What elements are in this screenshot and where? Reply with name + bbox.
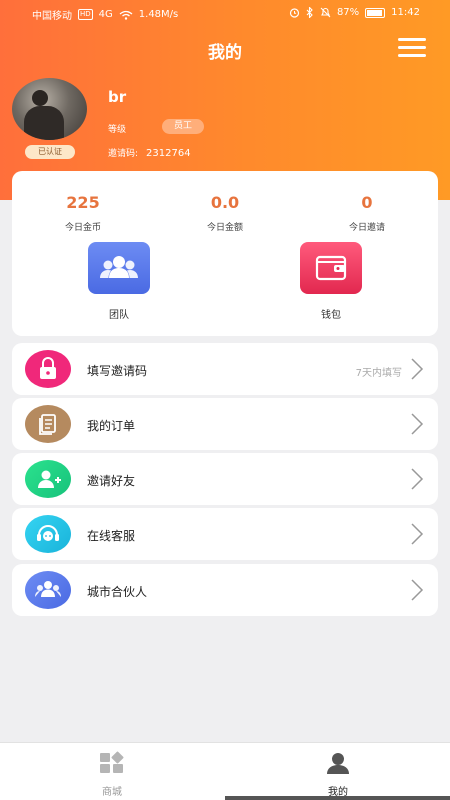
add-friend-icon bbox=[25, 460, 71, 498]
list-item-label: 邀请好友 bbox=[87, 474, 136, 488]
stat-amount: 0.0 今日金额 bbox=[165, 193, 285, 233]
stat-label: 今日邀请 bbox=[348, 223, 385, 233]
list-item-orders[interactable]: 我的订单 bbox=[12, 398, 438, 450]
list-item-invite-code[interactable]: 填写邀请码 7天内填写 bbox=[12, 343, 438, 395]
battery-percent: 87% bbox=[336, 7, 360, 18]
signal-label: 4G bbox=[98, 9, 113, 20]
level-label: 等级 bbox=[108, 125, 127, 135]
stat-value: 0.0 bbox=[210, 193, 240, 212]
active-tab-indicator bbox=[225, 796, 450, 800]
team-icon bbox=[88, 242, 150, 294]
stat-coins: 225 今日金币 bbox=[23, 193, 143, 233]
level-badge: 员工 bbox=[162, 119, 204, 134]
invite-code-line: 邀请码: 2312764 bbox=[108, 146, 191, 159]
profile-icon bbox=[327, 753, 349, 774]
chevron-right-icon bbox=[411, 468, 424, 490]
list-item-label: 城市合伙人 bbox=[87, 585, 148, 599]
carrier-label: 中国移动 bbox=[32, 11, 72, 22]
shop-icon bbox=[100, 751, 124, 773]
wifi-icon bbox=[119, 10, 133, 20]
bluetooth-icon bbox=[306, 7, 313, 18]
list-item-customer-service[interactable]: 在线客服 bbox=[12, 508, 438, 560]
chevron-right-icon bbox=[411, 523, 424, 545]
stats-card: 225 今日金币 0.0 今日金额 0 今日邀请 团队 钱包 bbox=[12, 171, 438, 336]
network-speed: 1.48M/s bbox=[138, 9, 179, 20]
battery-icon bbox=[365, 7, 386, 18]
stat-value: 225 bbox=[66, 193, 100, 212]
status-bar: 中国移动 HD 4G 1.48M/s 87% 11:42 bbox=[0, 0, 450, 26]
team-label: 团队 bbox=[109, 310, 129, 321]
stat-label: 今日金额 bbox=[206, 223, 243, 233]
invite-code-label: 邀请码: bbox=[108, 149, 139, 159]
verified-badge: 已认证 bbox=[25, 145, 75, 159]
username: br bbox=[108, 88, 127, 106]
menu-button[interactable] bbox=[398, 38, 426, 60]
list-item-hint: 7天内填写 bbox=[355, 368, 402, 379]
wallet-button[interactable]: 钱包 bbox=[286, 242, 376, 321]
hamburger-icon bbox=[398, 38, 426, 41]
nav-label: 商城 bbox=[102, 787, 122, 798]
clock: 11:42 bbox=[391, 7, 420, 18]
list-item-invite-friends[interactable]: 邀请好友 bbox=[12, 453, 438, 505]
partner-icon bbox=[25, 571, 71, 609]
list-item-label: 我的订单 bbox=[87, 419, 136, 433]
invite-code-value: 2312764 bbox=[146, 148, 191, 159]
chevron-right-icon bbox=[411, 358, 424, 380]
mute-icon bbox=[320, 7, 331, 18]
page-title: 我的 bbox=[208, 43, 242, 63]
customer-service-icon bbox=[25, 515, 71, 553]
chevron-right-icon bbox=[411, 579, 424, 601]
alarm-icon bbox=[289, 8, 300, 18]
stat-invites: 0 今日邀请 bbox=[307, 193, 427, 233]
wallet-icon bbox=[300, 242, 362, 294]
bottom-nav: 商城 我的 bbox=[0, 742, 450, 800]
list-item-label: 在线客服 bbox=[87, 529, 136, 543]
stat-label: 今日金币 bbox=[64, 223, 101, 233]
list-item-city-partner[interactable]: 城市合伙人 bbox=[12, 564, 438, 616]
wallet-label: 钱包 bbox=[321, 310, 341, 321]
list-item-label: 填写邀请码 bbox=[87, 364, 148, 378]
chevron-right-icon bbox=[411, 413, 424, 435]
order-icon bbox=[25, 405, 71, 443]
nav-tab-shop[interactable]: 商城 bbox=[62, 751, 162, 798]
lock-icon bbox=[25, 350, 71, 388]
nav-tab-me[interactable]: 我的 bbox=[288, 751, 388, 798]
hd-badge: HD bbox=[78, 9, 93, 20]
avatar[interactable] bbox=[12, 78, 87, 140]
team-button[interactable]: 团队 bbox=[74, 242, 164, 321]
stat-value: 0 bbox=[361, 193, 373, 212]
